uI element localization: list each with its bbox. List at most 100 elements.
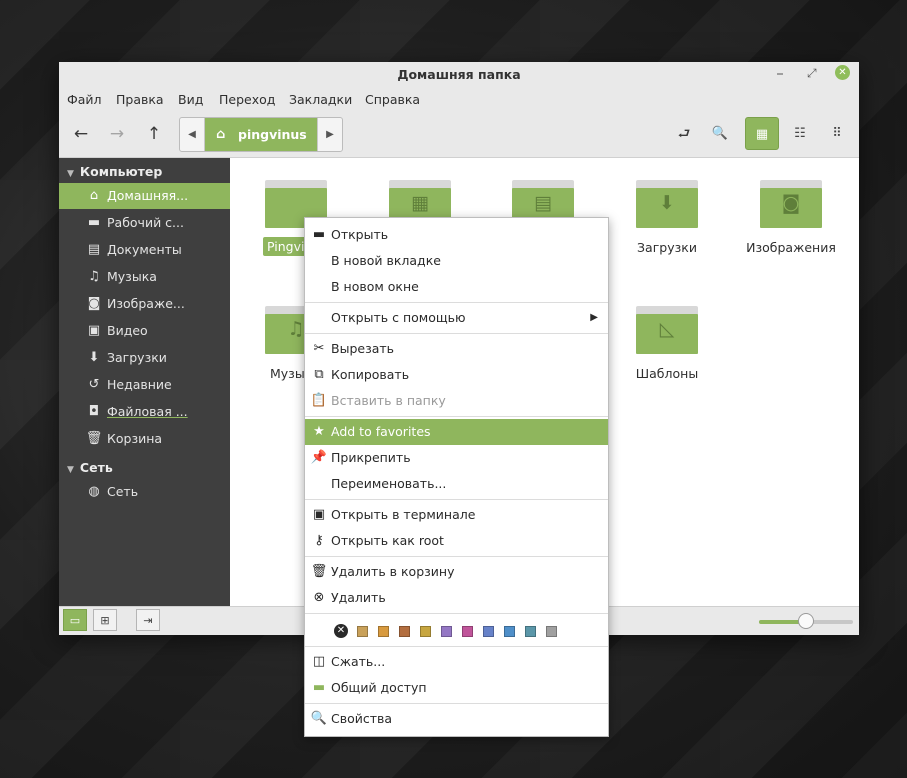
tree-toggle-icon[interactable]: ⊞ (93, 609, 117, 631)
menu-view[interactable]: Вид (178, 92, 203, 107)
location-toggle-icon[interactable]: ⮐ (670, 121, 698, 147)
folder-icon[interactable]: ◙ (760, 180, 822, 228)
menu-item-open-terminal[interactable]: ▣ Открыть в терминале (305, 502, 608, 528)
menu-item-cut[interactable]: ✂ Вырезать (305, 336, 608, 362)
color-swatch[interactable] (525, 626, 536, 637)
menu-item-label: Вставить в папку (331, 393, 446, 408)
sidebar-item-desktop[interactable]: ▬ Рабочий с... (59, 210, 230, 236)
menu-item-label: Открыть в терминале (331, 507, 476, 522)
file-label[interactable]: Музы (270, 366, 305, 381)
sidebar-item-label: Документы (107, 242, 182, 257)
menu-bookmarks[interactable]: Закладки (289, 92, 352, 107)
file-label[interactable]: Pingvi (263, 237, 309, 256)
color-swatch[interactable] (399, 626, 410, 637)
close-sidebar-icon[interactable]: ⇥ (136, 609, 160, 631)
menu-item-rename[interactable]: Переименовать... (305, 471, 608, 497)
menu-item-move-to-trash[interactable]: 🗑 Удалить в корзину (305, 559, 608, 585)
color-swatch[interactable] (504, 626, 515, 637)
sidebar-section-label: Компьютер (79, 164, 163, 179)
path-left-icon[interactable]: ◀ (180, 118, 205, 151)
menu-item-label: Прикрепить (331, 450, 411, 465)
desktop-icon: ▬ (87, 215, 101, 230)
menu-item-copy[interactable]: ⧉ Копировать (305, 362, 608, 388)
home-icon: ⌂ (216, 127, 226, 142)
document-icon: ▤ (87, 242, 101, 257)
sidebar-section-label: Сеть (79, 460, 113, 475)
icon-view-button[interactable]: ▦ (745, 117, 779, 150)
menu-item-new-tab[interactable]: В новой вкладке (305, 248, 608, 274)
sidebar-item-recent[interactable]: ↺ Недавние (59, 372, 230, 398)
menu-edit[interactable]: Правка (116, 92, 164, 107)
close-button[interactable]: ✕ (835, 65, 850, 80)
file-label[interactable]: Изображения (742, 240, 840, 255)
properties-icon: 🔍 (310, 711, 328, 726)
menu-item-pin[interactable]: 📌 Прикрепить (305, 445, 608, 471)
compact-view-button[interactable]: ⠿ (820, 117, 854, 150)
menu-item-add-to-favorites[interactable]: ★ Add to favorites (305, 419, 608, 445)
menu-item-compress[interactable]: ◫ Сжать... (305, 649, 608, 675)
menu-item-delete[interactable]: ⊗ Удалить (305, 585, 608, 611)
sidebar-item-label: Сеть (107, 484, 139, 499)
scissors-icon: ✂ (313, 341, 325, 356)
menu-item-sharing[interactable]: ▬ Общий доступ (305, 675, 608, 701)
copy-icon: ⧉ (314, 367, 324, 382)
sidebar-item-pictures[interactable]: ◙ Изображе... (59, 291, 230, 317)
color-swatch[interactable] (420, 626, 431, 637)
sidebar-item-network[interactable]: ◍ Сеть (59, 479, 230, 505)
delete-icon: ⊗ (313, 590, 325, 605)
menu-item-open-as-root[interactable]: ⚷ Открыть как root (305, 528, 608, 554)
back-button[interactable]: ← (67, 121, 95, 147)
menu-item-open-with[interactable]: Открыть с помощью ▶ (305, 305, 608, 331)
menu-help[interactable]: Справка (365, 92, 420, 107)
maximize-button[interactable]: ⤢ (807, 66, 817, 81)
zoom-slider[interactable] (759, 613, 853, 629)
sidebar-item-filesystem[interactable]: ◘ Файловая ... (59, 399, 230, 425)
zoom-handle[interactable] (798, 613, 814, 629)
folder-icon[interactable]: ◺ (636, 306, 698, 354)
sidebar-item-music[interactable]: ♫ Музыка (59, 264, 230, 290)
sidebar-item-label: Видео (107, 323, 148, 338)
color-swatch[interactable] (462, 626, 473, 637)
clear-color-icon[interactable]: ✕ (334, 624, 348, 638)
menubar: Файл Правка Вид Переход Закладки Справка (59, 86, 859, 112)
file-label[interactable]: Загрузки (626, 240, 708, 255)
color-swatch[interactable] (357, 626, 368, 637)
color-swatch[interactable] (378, 626, 389, 637)
breadcrumb-home[interactable]: ⌂ pingvinus (205, 118, 317, 151)
toolbar: ← → ↑ ◀ ⌂ pingvinus ▶ ⮐ 🔍 ▦ ☷ ⠿ (59, 112, 859, 158)
sidebar-item-trash[interactable]: 🗑 Корзина (59, 426, 230, 452)
download-icon: ⬇ (88, 350, 100, 365)
folder-icon[interactable]: ⬇ (636, 180, 698, 228)
search-icon[interactable]: 🔍 (706, 121, 734, 147)
menu-file[interactable]: Файл (67, 92, 102, 107)
trash-icon: 🗑 (85, 431, 103, 446)
sidebar-section-computer[interactable]: ▼ Компьютер (67, 164, 162, 179)
color-swatch[interactable] (441, 626, 452, 637)
menu-item-label: Свойства (331, 711, 393, 726)
menu-item-label: Открыть (331, 227, 389, 242)
color-swatch[interactable] (483, 626, 494, 637)
color-swatch[interactable] (546, 626, 557, 637)
menu-go[interactable]: Переход (219, 92, 275, 107)
sidebar-item-documents[interactable]: ▤ Документы (59, 237, 230, 263)
menu-item-open[interactable]: ▬ Открыть (305, 222, 608, 248)
sidebar-item-downloads[interactable]: ⬇ Загрузки (59, 345, 230, 371)
menu-item-properties[interactable]: 🔍 Свойства (305, 706, 608, 732)
list-view-button[interactable]: ☷ (783, 117, 817, 150)
sidebar: ▼ Компьютер ⌂ Домашняя... ▬ Рабочий с... ▤ Д… (59, 158, 230, 606)
file-label[interactable]: Шаблоны (626, 366, 708, 381)
path-right-icon[interactable]: ▶ (317, 118, 342, 151)
menu-item-label: В новой вкладке (331, 253, 441, 268)
minimize-button[interactable]: ⎯ (777, 66, 783, 81)
sidebar-item-label: Недавние (107, 377, 172, 392)
forward-button[interactable]: → (103, 121, 131, 147)
up-button[interactable]: ↑ (140, 121, 168, 147)
sidebar-item-label: Изображе... (107, 296, 185, 311)
menu-item-new-window[interactable]: В новом окне (305, 274, 608, 300)
places-toggle-icon[interactable]: ▭ (63, 609, 87, 631)
sidebar-item-home[interactable]: ⌂ Домашняя... (59, 183, 230, 209)
sidebar-item-videos[interactable]: ▣ Видео (59, 318, 230, 344)
color-swatches: ✕ (305, 618, 608, 644)
sidebar-section-network[interactable]: ▼ Сеть (67, 460, 113, 475)
menu-item-label: Копировать (331, 367, 410, 382)
